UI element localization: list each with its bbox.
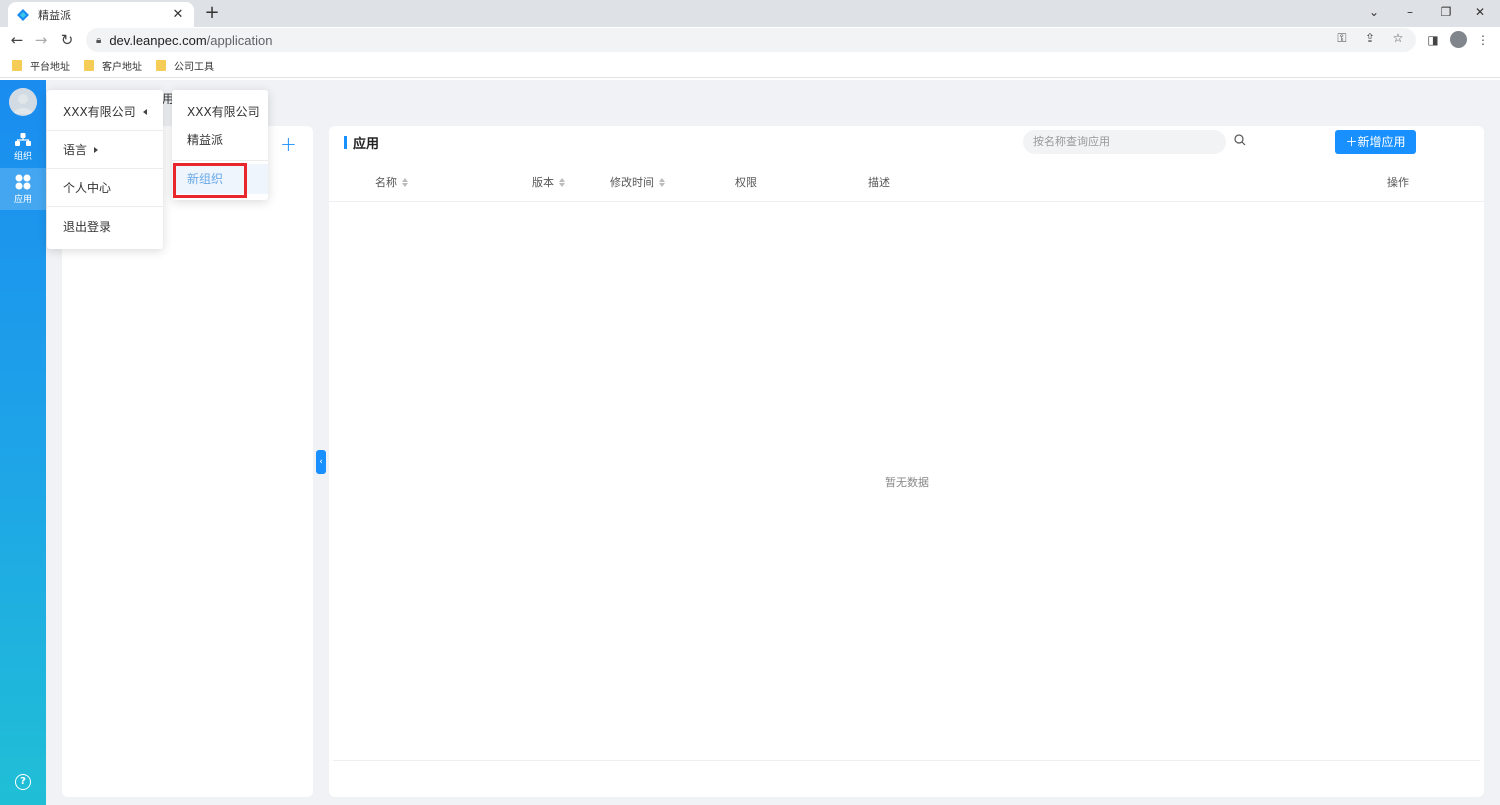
caret-left-icon (142, 108, 147, 115)
bookmark-item[interactable]: 公司工具 (156, 58, 214, 73)
share-icon[interactable]: ⇪ (1362, 31, 1378, 46)
folder-icon (84, 59, 94, 71)
user-dropdown-menu: XXX有限公司 语言 个人中心 退出登录 (47, 90, 163, 249)
folder-icon (12, 59, 22, 71)
lock-icon: 🔒︎ (96, 34, 102, 46)
forward-icon[interactable]: → (31, 30, 51, 50)
new-tab-icon[interactable]: + (202, 3, 222, 23)
column-header-permission: 权限 (735, 176, 757, 189)
minimize-icon[interactable]: – (1400, 2, 1420, 22)
browser-tab[interactable]: 精益派 ✕ (8, 2, 194, 27)
sidebar-item-apps[interactable]: 应用 (0, 168, 46, 210)
browser-tabbar: 精益派 ✕ + ⌄ – ❐ ✕ (0, 0, 1500, 27)
more-menu-icon[interactable]: ⋮ (1474, 31, 1492, 49)
tab-close-icon[interactable]: ✕ (170, 7, 186, 22)
submenu-item-org[interactable]: XXX有限公司 (172, 98, 268, 126)
url-host: dev.leanpec.com (109, 32, 207, 48)
sort-icon[interactable] (559, 177, 565, 187)
side-nav: 组织 应用 ? (0, 80, 46, 805)
sort-icon[interactable] (402, 177, 408, 187)
sidebar-item-label: 组织 (13, 151, 32, 162)
profile-avatar-icon[interactable] (1450, 31, 1467, 48)
apps-icon (15, 174, 31, 189)
column-header-name[interactable]: 名称 (375, 174, 408, 190)
menu-item-logout[interactable]: 退出登录 (47, 207, 163, 245)
table-footer-divider (333, 760, 1480, 761)
column-header-actions: 操作 (1387, 176, 1409, 189)
tab-title: 精益派 (38, 8, 71, 22)
submenu-item-org[interactable]: 精益派 (172, 126, 268, 154)
submenu-divider (172, 160, 268, 161)
bookmark-item[interactable]: 平台地址 (12, 58, 70, 73)
column-header-modified[interactable]: 修改时间 (610, 174, 665, 190)
column-header-version[interactable]: 版本 (532, 174, 565, 190)
key-icon[interactable]: ⚿ (1334, 31, 1350, 46)
app-list-panel: 应用 按名称查询应用 ＋新增应用 名称 版本 修改时间 权限 描述 操作 暂无数… (329, 126, 1484, 797)
collapse-panel-handle[interactable]: ‹ (316, 450, 326, 474)
table-header: 名称 版本 修改时间 权限 描述 操作 (329, 162, 1484, 202)
sort-icon[interactable] (659, 177, 665, 187)
reload-icon[interactable]: ↻ (57, 30, 77, 50)
menu-item-profile[interactable]: 个人中心 (47, 169, 163, 207)
add-org-icon[interactable]: + (280, 132, 297, 156)
url-path: /application (206, 32, 273, 48)
add-app-button[interactable]: ＋新增应用 (1335, 130, 1416, 154)
help-icon[interactable]: ? (15, 774, 31, 790)
folder-icon (156, 59, 166, 71)
restore-icon[interactable]: ❐ (1436, 2, 1456, 22)
bookmark-star-icon[interactable]: ☆ (1390, 31, 1406, 46)
highlight-annotation-box (173, 163, 247, 198)
close-window-icon[interactable]: ✕ (1470, 2, 1490, 22)
empty-state-text: 暂无数据 (885, 476, 929, 489)
leanpec-favicon-icon (16, 8, 30, 22)
address-bar: ← → ↻ 🔒︎ dev.leanpec.com/application ⚿ ⇪… (0, 27, 1500, 53)
org-tree-icon (15, 132, 31, 146)
url-field[interactable]: 🔒︎ dev.leanpec.com/application ⚿ ⇪ ☆ (86, 28, 1416, 52)
column-header-description: 描述 (868, 176, 890, 189)
menu-item-language[interactable]: 语言 (47, 131, 163, 169)
bookmarks-bar: 平台地址 客户地址 公司工具 (0, 53, 1500, 78)
sidebar-item-org[interactable]: 组织 (0, 126, 46, 168)
sidebar-item-label: 应用 (13, 194, 32, 205)
page-title: 应用 (344, 133, 379, 152)
back-icon[interactable]: ← (7, 30, 27, 50)
bookmark-item[interactable]: 客户地址 (84, 58, 142, 73)
search-input[interactable]: 按名称查询应用 (1023, 130, 1226, 154)
menu-item-organization[interactable]: XXX有限公司 (47, 93, 163, 131)
avatar[interactable] (9, 88, 37, 116)
caret-right-icon (94, 146, 99, 153)
title-accent-bar (344, 136, 347, 149)
tab-search-chevron-icon[interactable]: ⌄ (1364, 2, 1384, 22)
search-icon[interactable] (1234, 134, 1246, 146)
side-panel-icon[interactable]: ◨ (1424, 31, 1442, 49)
